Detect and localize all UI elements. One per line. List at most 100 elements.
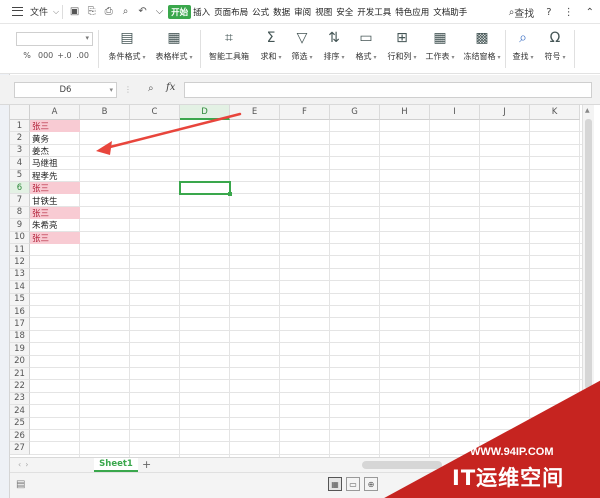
undo-icon[interactable]: ↶ xyxy=(134,0,151,24)
row-header-20[interactable]: 20 xyxy=(10,355,30,368)
column-header-b[interactable]: B xyxy=(80,105,130,120)
conditional-format-button[interactable]: ▤ 条件格式 xyxy=(104,28,150,70)
scroll-thumb[interactable] xyxy=(585,119,592,389)
row-header-26[interactable]: 26 xyxy=(10,430,30,443)
tab-view[interactable]: 视图 xyxy=(313,0,334,24)
row-header-2[interactable]: 2 xyxy=(10,132,30,145)
cell-a8[interactable]: 张三 xyxy=(30,206,80,220)
cell-a4[interactable]: 马继祖 xyxy=(30,157,80,169)
function-icon[interactable]: fx xyxy=(166,82,175,93)
search-button[interactable]: ⌕ 查找 xyxy=(503,0,541,24)
tab-sheet1[interactable]: Sheet1 xyxy=(94,458,138,472)
column-header-f[interactable]: F xyxy=(280,105,330,120)
row-header-19[interactable]: 19 xyxy=(10,343,30,356)
tab-doc-assistant[interactable]: 文档助手 xyxy=(431,0,469,24)
row-header-16[interactable]: 16 xyxy=(10,306,30,319)
increase-decimal-button[interactable]: +.0 xyxy=(57,51,71,60)
column-header-g[interactable]: G xyxy=(330,105,380,120)
row-header-21[interactable]: 21 xyxy=(10,368,30,381)
tab-review[interactable]: 审阅 xyxy=(292,0,313,24)
name-box[interactable]: D6 ▾ xyxy=(14,82,117,98)
row-header-22[interactable]: 22 xyxy=(10,380,30,393)
macro-icon[interactable]: ▤ xyxy=(16,479,25,490)
row-header-6[interactable]: 6 xyxy=(10,182,30,195)
freeze-panes-button[interactable]: ▩ 冻结窗格 xyxy=(461,28,503,70)
tab-developer[interactable]: 开发工具 xyxy=(355,0,393,24)
column-header-c[interactable]: C xyxy=(130,105,180,120)
cell-a2[interactable]: 黄务 xyxy=(30,132,80,145)
row-header-3[interactable]: 3 xyxy=(10,144,30,158)
column-header-a[interactable]: A xyxy=(30,105,80,120)
more-icon[interactable]: ⋮ xyxy=(558,0,580,24)
horizontal-scroll-thumb[interactable] xyxy=(362,461,442,469)
normal-view-icon[interactable]: ▦ xyxy=(328,477,342,491)
thousands-button[interactable]: 000 xyxy=(38,51,53,60)
table-style-button[interactable]: ▦ 表格样式 xyxy=(151,28,197,70)
row-col-button[interactable]: ⊞ 行和列 xyxy=(384,28,420,70)
sort-button[interactable]: ⇅ 排序 xyxy=(320,28,348,70)
row-header-9[interactable]: 9 xyxy=(10,219,30,232)
row-header-14[interactable]: 14 xyxy=(10,281,30,294)
number-format-select[interactable]: ▾ xyxy=(16,32,93,46)
row-header-25[interactable]: 25 xyxy=(10,417,30,430)
row-header-5[interactable]: 5 xyxy=(10,169,30,182)
redo-dropdown-icon[interactable]: ⌵ xyxy=(151,0,168,24)
row-header-24[interactable]: 24 xyxy=(10,405,30,418)
file-menu[interactable]: 文件 xyxy=(27,0,51,24)
cell-a1[interactable]: 张三 xyxy=(30,120,80,133)
symbol-button[interactable]: Ω 符号 xyxy=(540,28,570,70)
sum-button[interactable]: Σ 求和 xyxy=(257,28,285,70)
select-all-corner[interactable] xyxy=(10,105,30,120)
row-header-15[interactable]: 15 xyxy=(10,293,30,306)
row-header-17[interactable]: 17 xyxy=(10,318,30,331)
export-icon[interactable]: ⎘ xyxy=(83,0,100,24)
tab-formulas[interactable]: 公式 xyxy=(250,0,271,24)
help-icon[interactable]: ? xyxy=(540,0,557,24)
cell-a5[interactable]: 程孝先 xyxy=(30,170,80,182)
cell-a9[interactable]: 朱希亮 xyxy=(30,219,80,231)
row-header-23[interactable]: 23 xyxy=(10,392,30,406)
page-break-view-icon[interactable]: ⊕ xyxy=(364,477,378,491)
zoom-icon[interactable]: ⌕ xyxy=(148,83,154,94)
tab-insert[interactable]: 插入 xyxy=(191,0,212,24)
smart-toolbox-button[interactable]: ⌗ 智能工具箱 xyxy=(205,28,253,70)
row-header-27[interactable]: 27 xyxy=(10,442,30,455)
sheet-grid[interactable]: A B C D E F G H I J K 1 2 3 4 5 6 7 8 9 10 11 12 13 14 15 16 17 18 19… xyxy=(10,105,582,457)
chevron-down-icon[interactable]: ⌵ xyxy=(53,7,59,17)
tab-features[interactable]: 特色应用 xyxy=(393,0,431,24)
column-header-k[interactable]: K xyxy=(530,105,580,120)
row-header-7[interactable]: 7 xyxy=(10,194,30,207)
print-icon[interactable]: ⎙ xyxy=(100,0,117,24)
drag-handle-icon[interactable]: ⋮ xyxy=(124,85,134,94)
cell-a6[interactable]: 张三 xyxy=(30,182,80,195)
tab-page-layout[interactable]: 页面布局 xyxy=(212,0,250,24)
column-header-h[interactable]: H xyxy=(380,105,430,120)
tab-security[interactable]: 安全 xyxy=(334,0,355,24)
tab-data[interactable]: 数据 xyxy=(271,0,292,24)
row-header-1[interactable]: 1 xyxy=(10,120,30,133)
column-header-d[interactable]: D xyxy=(180,105,230,120)
active-cell-d6[interactable] xyxy=(179,181,232,197)
column-header-j[interactable]: J xyxy=(480,105,530,120)
row-header-4[interactable]: 4 xyxy=(10,157,30,170)
menu-icon[interactable] xyxy=(12,7,23,16)
row-header-18[interactable]: 18 xyxy=(10,330,30,344)
save-icon[interactable]: ▣ xyxy=(66,0,83,24)
worksheet-button[interactable]: ▦ 工作表 xyxy=(422,28,458,70)
cell-a3[interactable]: 姜杰 xyxy=(30,145,80,157)
add-sheet-icon[interactable]: + xyxy=(142,458,151,471)
row-header-8[interactable]: 8 xyxy=(10,206,30,220)
page-layout-view-icon[interactable]: ▭ xyxy=(346,477,360,491)
preview-icon[interactable]: ⌕ xyxy=(117,0,134,24)
sheet-nav-arrows-icon[interactable]: ‹› xyxy=(18,460,32,469)
row-header-13[interactable]: 13 xyxy=(10,268,30,282)
decrease-decimal-button[interactable]: .00 xyxy=(76,51,90,60)
column-header-i[interactable]: I xyxy=(430,105,480,120)
cell-a7[interactable]: 甘铁生 xyxy=(30,194,80,207)
row-header-10[interactable]: 10 xyxy=(10,231,30,244)
filter-button[interactable]: ▽ 筛选 xyxy=(288,28,316,70)
cell-a10[interactable]: 张三 xyxy=(30,231,80,244)
formula-input[interactable] xyxy=(184,82,592,98)
find-button[interactable]: ⌕ 查找 xyxy=(508,28,538,70)
scroll-up-icon[interactable]: ▲ xyxy=(585,107,590,114)
